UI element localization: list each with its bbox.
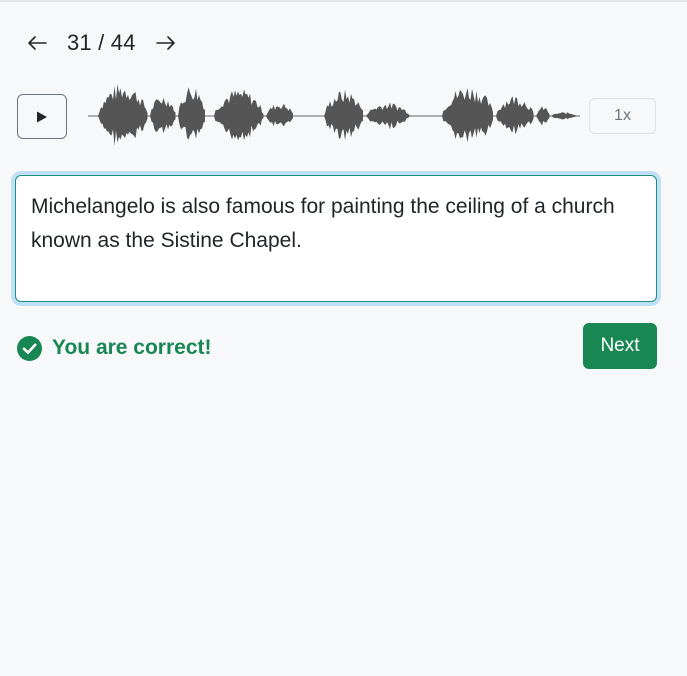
- previous-button[interactable]: [25, 28, 49, 58]
- arrow-right-icon: [155, 36, 175, 50]
- top-divider: [0, 0, 687, 2]
- waveform-shape: [98, 84, 577, 146]
- next-button[interactable]: Next: [583, 323, 657, 369]
- arrow-left-icon: [28, 36, 47, 50]
- play-button[interactable]: [17, 94, 67, 139]
- answer-input[interactable]: Michelangelo is also famous for painting…: [15, 175, 657, 302]
- feedback-text: You are correct!: [52, 336, 212, 359]
- play-icon: [37, 111, 47, 122]
- check-circle-icon: [17, 335, 42, 361]
- playback-speed-button[interactable]: 1x: [589, 98, 656, 134]
- page-counter: 31 / 44: [67, 30, 136, 55]
- next-item-button[interactable]: [154, 28, 178, 58]
- pager: 31 / 44: [25, 28, 178, 58]
- feedback-message: You are correct!: [17, 335, 212, 361]
- audio-waveform[interactable]: [88, 78, 580, 154]
